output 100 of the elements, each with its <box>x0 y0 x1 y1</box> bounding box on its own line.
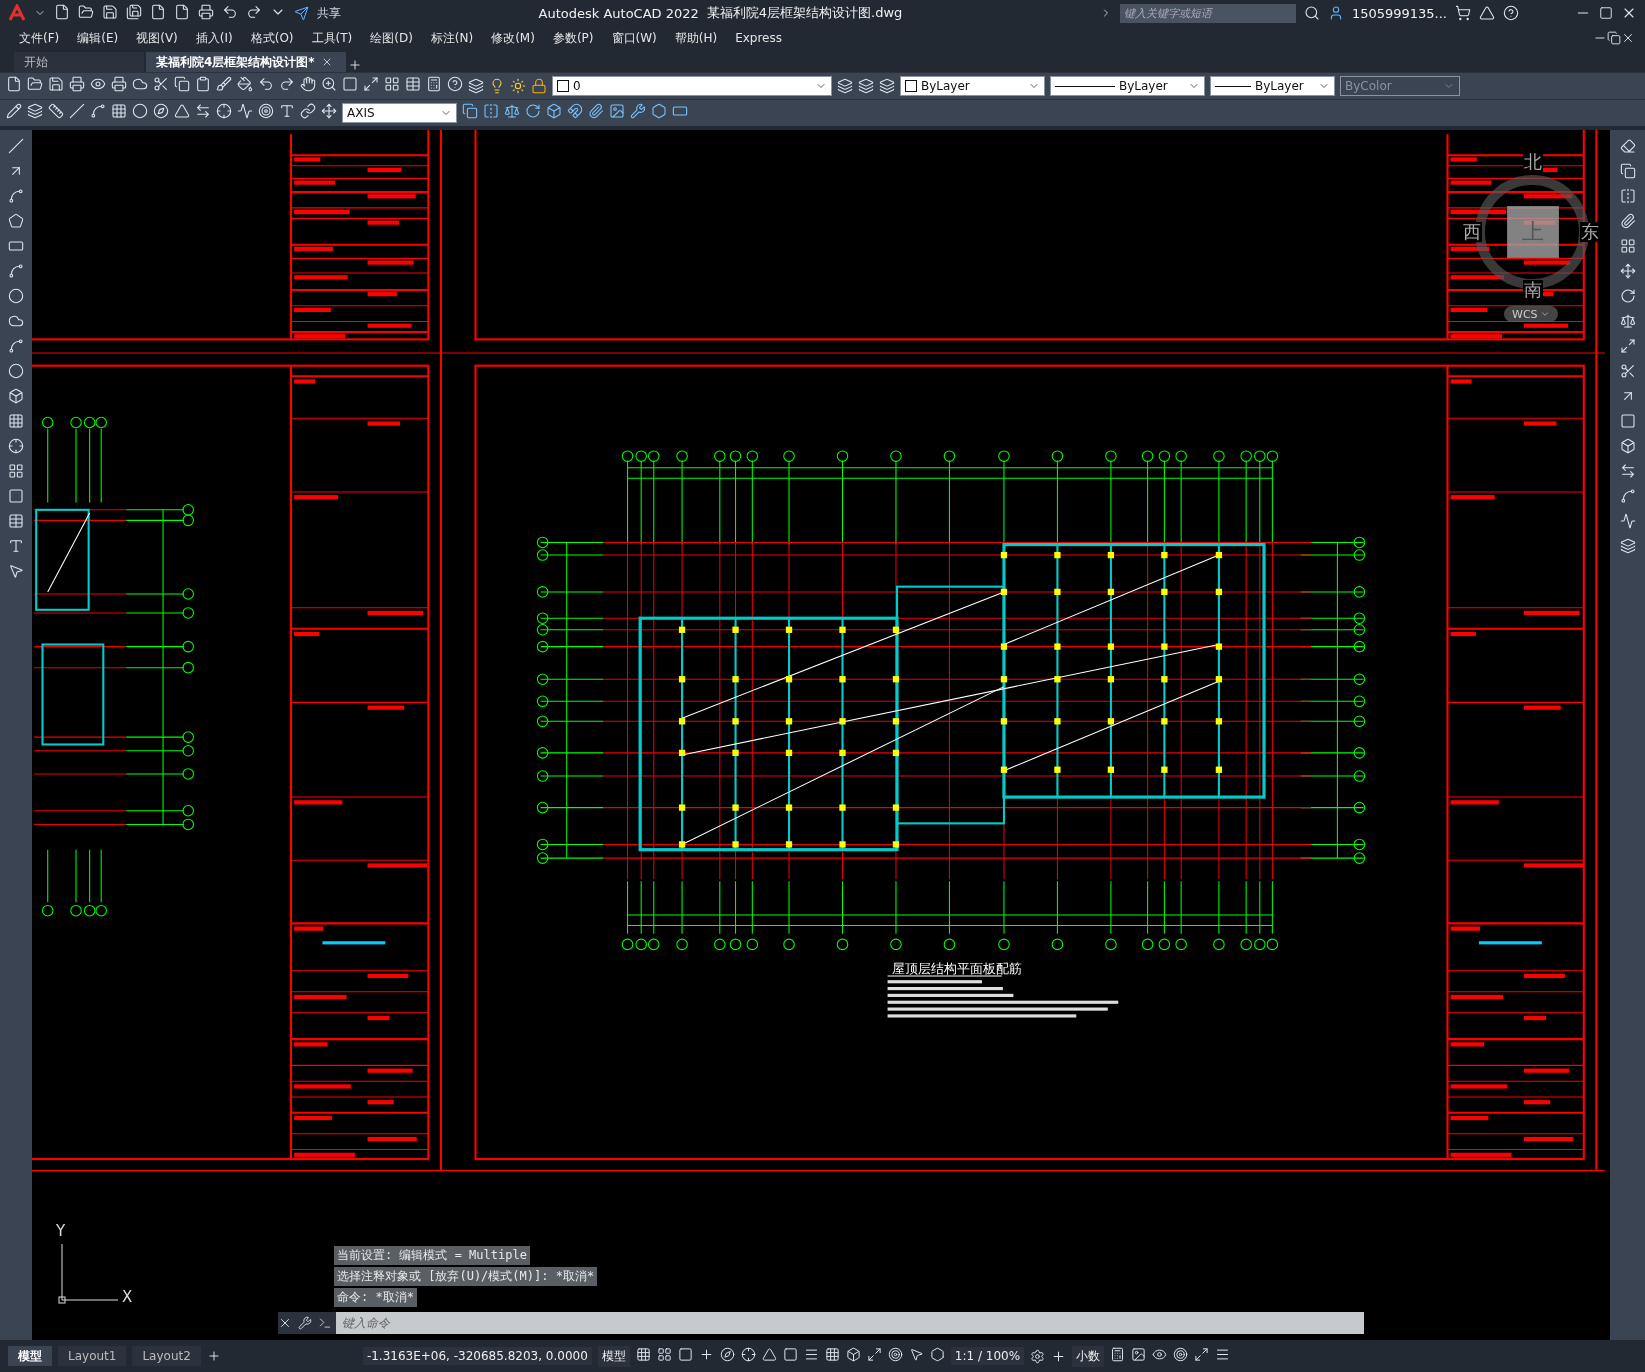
color-dropdown[interactable]: ByLayer <box>900 76 1045 96</box>
east-label[interactable]: 东 <box>1580 222 1600 242</box>
zoom-icon[interactable] <box>321 76 337 92</box>
app-logo-icon[interactable] <box>8 4 26 22</box>
search-icon[interactable] <box>1303 5 1320 21</box>
document-tab[interactable]: 某福利院4层框架结构设计图* <box>146 52 346 72</box>
menu-item[interactable]: 绘图(D) <box>361 29 422 47</box>
model-space-toggle[interactable]: 模型 <box>597 1345 630 1367</box>
menu-item[interactable]: 窗口(W) <box>602 29 666 47</box>
wcs-menu[interactable]: WCS <box>1504 306 1558 322</box>
linear-dimension-icon[interactable] <box>48 103 64 119</box>
help-icon[interactable] <box>447 76 463 92</box>
north-label[interactable]: 北 <box>1523 152 1543 172</box>
menu-item[interactable]: 标注(N) <box>421 29 483 47</box>
bulb-icon[interactable] <box>489 78 505 94</box>
user-name[interactable]: 1505999135... <box>1351 5 1447 21</box>
move-icon[interactable] <box>1619 263 1636 279</box>
save-as-icon[interactable] <box>126 3 142 20</box>
menu-item[interactable]: 参数(P) <box>543 29 603 47</box>
tool-icon[interactable] <box>630 103 646 119</box>
rectangle-icon[interactable] <box>8 238 24 254</box>
image-icon[interactable] <box>609 103 625 119</box>
menu-item[interactable]: 格式(O) <box>241 29 303 47</box>
match-properties-icon[interactable] <box>237 76 253 92</box>
grid-icon[interactable] <box>635 1346 651 1362</box>
polyline-icon[interactable] <box>8 188 24 204</box>
menu-item[interactable]: 编辑(E) <box>68 29 128 47</box>
rectangle-icon[interactable] <box>672 103 688 119</box>
menu-item[interactable]: 视图(V) <box>127 29 187 47</box>
erase-icon[interactable] <box>1619 138 1636 154</box>
coordinates-readout[interactable]: -1.3163E+06, -320685.8203, 0.0000 <box>362 1347 592 1365</box>
restore-icon[interactable] <box>1607 31 1621 45</box>
share-link[interactable]: 共享 <box>317 4 341 22</box>
copy-object-icon[interactable] <box>462 103 478 119</box>
array-icon[interactable] <box>1619 238 1636 254</box>
south-label[interactable]: 南 <box>1523 280 1543 300</box>
brush-icon[interactable] <box>216 76 232 92</box>
sun-icon[interactable] <box>510 78 526 94</box>
command-icon[interactable] <box>318 1316 332 1330</box>
menu-item[interactable]: 文件(F) <box>10 29 69 47</box>
new-file-icon[interactable] <box>6 76 22 92</box>
paste-icon[interactable] <box>195 76 211 92</box>
cut-icon[interactable] <box>153 76 169 92</box>
layout-tab[interactable]: Layout2 <box>132 1346 201 1366</box>
trim-icon[interactable] <box>1619 363 1636 379</box>
edit-icon[interactable] <box>6 103 22 119</box>
layer-states-icon[interactable] <box>879 78 895 94</box>
printer-icon[interactable] <box>69 76 85 92</box>
menu-item[interactable]: 工具(T) <box>302 29 362 47</box>
undo-icon[interactable] <box>222 3 238 20</box>
west-label[interactable]: 西 <box>1462 222 1482 242</box>
calculator-icon[interactable] <box>426 76 442 92</box>
new-tab-icon[interactable] <box>348 58 362 72</box>
undo-icon[interactable] <box>258 76 274 92</box>
units-dropdown[interactable]: 小数 <box>1072 1345 1105 1367</box>
menu-item[interactable]: 帮助(H) <box>665 29 727 47</box>
layout-tab[interactable]: 模型 <box>8 1346 52 1366</box>
save-icon[interactable] <box>48 76 64 92</box>
layer-dropdown[interactable]: 0 <box>552 76 832 96</box>
linetype-dropdown[interactable]: ByLayer <box>1050 76 1205 96</box>
share-icon[interactable] <box>294 5 309 21</box>
workspace-icon[interactable] <box>1030 1348 1046 1364</box>
maximize-icon[interactable] <box>1599 6 1613 20</box>
annotation-scale-dropdown[interactable]: 1:1 / 100% <box>950 1347 1025 1365</box>
redo-icon[interactable] <box>246 3 262 20</box>
rotate-icon[interactable] <box>525 103 541 119</box>
open-folder-icon[interactable] <box>78 3 94 20</box>
copy-icon[interactable] <box>1619 163 1636 179</box>
new-layout-icon[interactable] <box>206 1349 221 1363</box>
redo-icon[interactable] <box>279 76 295 92</box>
attach-icon[interactable] <box>588 103 604 119</box>
customize-icon[interactable] <box>298 1316 312 1330</box>
multiline-text-icon[interactable] <box>8 538 24 554</box>
lock-icon[interactable] <box>531 78 547 94</box>
revision-cloud-icon[interactable] <box>8 313 24 329</box>
open-folder-icon[interactable] <box>27 76 43 92</box>
make-current-icon[interactable] <box>837 78 853 94</box>
menu-item[interactable]: 修改(M) <box>482 29 544 47</box>
layer-previous-icon[interactable] <box>858 78 874 94</box>
layout-tab[interactable]: Layout1 <box>58 1346 127 1366</box>
command-input-field[interactable]: 键入命令 <box>336 1312 1364 1334</box>
pan-icon[interactable] <box>300 76 316 92</box>
text-style-icon[interactable] <box>279 103 295 119</box>
document-tab[interactable]: 开始 <box>14 52 144 72</box>
close-icon[interactable] <box>278 1316 292 1330</box>
arc-icon[interactable] <box>8 263 24 279</box>
layers-icon[interactable] <box>27 103 43 119</box>
lineweight-dropdown[interactable]: ByLayer <box>1210 76 1335 96</box>
dimension-style-dropdown[interactable]: AXIS <box>342 103 457 123</box>
move-icon[interactable] <box>321 103 337 119</box>
search-field[interactable]: 键入关键字或短语 <box>1119 3 1296 23</box>
spline-icon[interactable] <box>8 338 24 354</box>
help-icon[interactable] <box>1503 5 1519 21</box>
new-file-icon[interactable] <box>54 3 70 20</box>
save-icon[interactable] <box>102 3 118 20</box>
close-icon[interactable] <box>1621 31 1635 45</box>
layer-properties-icon[interactable] <box>468 78 484 94</box>
line-icon[interactable] <box>8 138 24 154</box>
menu-item[interactable]: 插入(I) <box>186 29 242 47</box>
printer-icon[interactable] <box>198 3 214 20</box>
